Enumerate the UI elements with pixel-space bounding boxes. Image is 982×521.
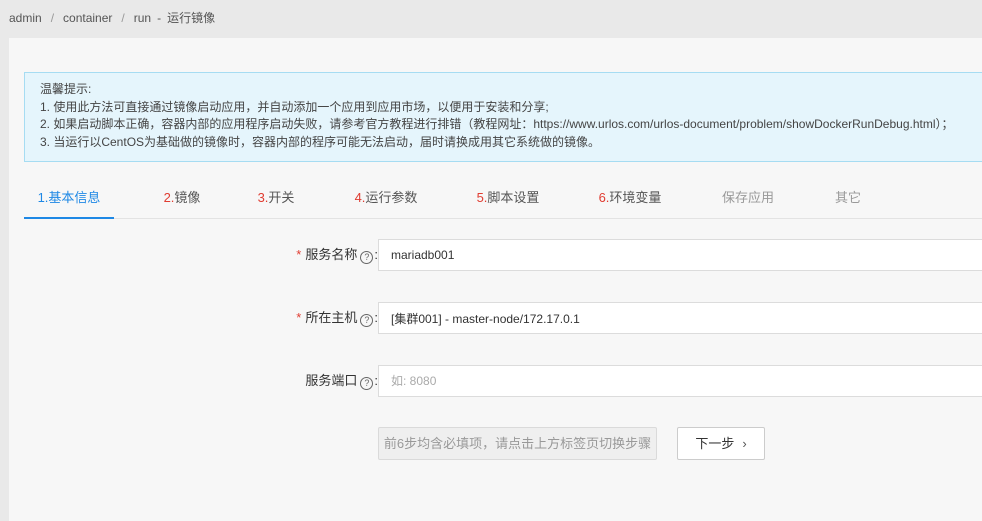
chevron-right-icon: › (742, 436, 747, 451)
breadcrumb-item-run[interactable]: run (134, 11, 151, 25)
required-mark: * (296, 310, 302, 325)
breadcrumb-dash: - (157, 11, 162, 25)
tab-save-app[interactable]: 保存应用 (704, 182, 792, 219)
notice-line: 1. 使用此方法可直接通过镜像启动应用，并自动添加一个应用到应用市场，以便用于安… (40, 99, 549, 114)
host-label: * 所在主机?: (296, 310, 378, 327)
notice-box: 温馨提示: 1. 使用此方法可直接通过镜像启动应用，并自动添加一个应用到应用市场… (24, 72, 982, 162)
help-icon[interactable]: ? (360, 314, 374, 327)
tab-other[interactable]: 其它 (804, 182, 892, 219)
tab-switches[interactable]: 3.开关 (232, 182, 320, 219)
required-mark: * (296, 247, 302, 262)
form-row-host: * 所在主机?: (9, 302, 982, 334)
form-row-service-name: * 服务名称?: (9, 239, 982, 271)
notice-title: 温馨提示: (40, 82, 92, 96)
notice-line: 3. 当运行以CentOS为基础做的镜像时，容器内部的程序可能无法启动，届时请换… (40, 134, 601, 149)
port-input[interactable] (378, 365, 982, 397)
help-icon[interactable]: ? (360, 377, 374, 390)
help-icon[interactable]: ? (360, 251, 374, 264)
service-name-label: * 服务名称?: (296, 247, 378, 264)
next-step-button[interactable]: 下一步 › (677, 427, 765, 460)
tab-script-settings[interactable]: 5.脚本设置 (464, 182, 552, 219)
breadcrumb-item-admin[interactable]: admin (9, 11, 42, 25)
tab-image[interactable]: 2.镜像 (138, 182, 226, 219)
tab-env-vars[interactable]: 6.环境变量 (586, 182, 674, 219)
step-tabs: 1.基本信息 2.镜像 3.开关 4.运行参数 5.脚本设置 6.环境变量 保存… (24, 182, 982, 219)
host-select[interactable] (378, 302, 982, 334)
form-row-port: 服务端口?: (9, 365, 982, 397)
breadcrumb: admin / container / run - 运行镜像 (9, 9, 215, 25)
breadcrumb-separator: / (50, 11, 55, 25)
tab-run-params[interactable]: 4.运行参数 (342, 182, 430, 219)
main-panel: 温馨提示: 1. 使用此方法可直接通过镜像启动应用，并自动添加一个应用到应用市场… (9, 38, 982, 521)
port-label: 服务端口?: (305, 373, 378, 390)
service-name-input[interactable] (378, 239, 982, 271)
breadcrumb-current: 运行镜像 (167, 11, 216, 25)
tab-basic-info[interactable]: 1.基本信息 (24, 182, 114, 219)
breadcrumb-separator: / (121, 11, 125, 25)
required-steps-hint-button: 前6步均含必填项，请点击上方标签页切换步骤 (378, 427, 657, 460)
breadcrumb-item-container[interactable]: container (63, 11, 112, 25)
notice-line: 2. 如果启动脚本正确，容器内部的应用程序启动失败，请参考官方教程进行排错（教程… (40, 117, 954, 131)
